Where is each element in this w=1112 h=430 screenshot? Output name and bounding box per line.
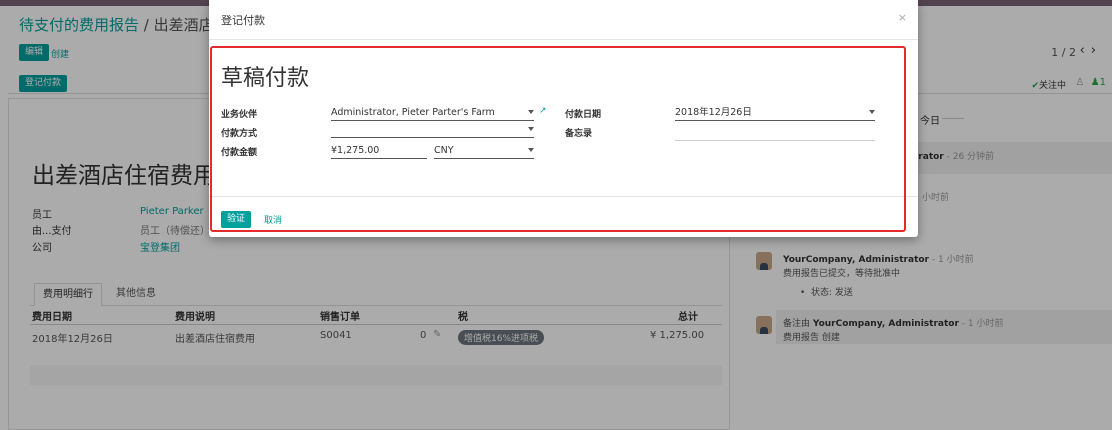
- amount-value: ¥1,275.00: [331, 145, 380, 156]
- chevron-down-icon: [528, 110, 534, 114]
- currency-select[interactable]: CNY: [434, 145, 534, 159]
- register-payment-dialog: 登记付款 × 草稿付款 业务伙伴 Administrator, Pieter P…: [209, 0, 918, 237]
- chevron-down-icon: [528, 127, 534, 131]
- verify-button[interactable]: 验证: [221, 211, 252, 228]
- cancel-button[interactable]: 取消: [264, 213, 282, 226]
- external-link-icon[interactable]: ↗: [539, 106, 547, 116]
- payment-date-value: 2018年12月26日: [675, 107, 752, 118]
- dialog-body: 草稿付款 业务伙伴 Administrator, Pieter Parter's…: [209, 40, 918, 196]
- memo-label: 备忘录: [565, 129, 593, 139]
- memo-input[interactable]: [675, 127, 875, 141]
- partner-select[interactable]: Administrator, Pieter Parter's Farm: [331, 107, 534, 121]
- dialog-header: 登记付款 ×: [209, 0, 918, 40]
- partner-label: 业务伙伴: [221, 110, 258, 120]
- partner-value: Administrator, Pieter Parter's Farm: [331, 107, 495, 118]
- close-icon[interactable]: ×: [898, 11, 907, 24]
- dialog-footer: 验证 取消: [209, 196, 918, 237]
- chevron-down-icon: [869, 110, 875, 114]
- dialog-title: 登记付款: [221, 14, 265, 27]
- amount-label: 付款金额: [221, 148, 258, 158]
- payment-method-label: 付款方式: [221, 129, 258, 139]
- payment-date-label: 付款日期: [565, 110, 602, 120]
- currency-value: CNY: [434, 145, 454, 156]
- payment-date-input[interactable]: 2018年12月26日: [675, 107, 875, 121]
- payment-method-select[interactable]: [331, 124, 534, 138]
- chevron-down-icon: [528, 148, 534, 152]
- payment-heading: 草稿付款: [221, 66, 310, 91]
- amount-input[interactable]: ¥1,275.00: [331, 145, 427, 159]
